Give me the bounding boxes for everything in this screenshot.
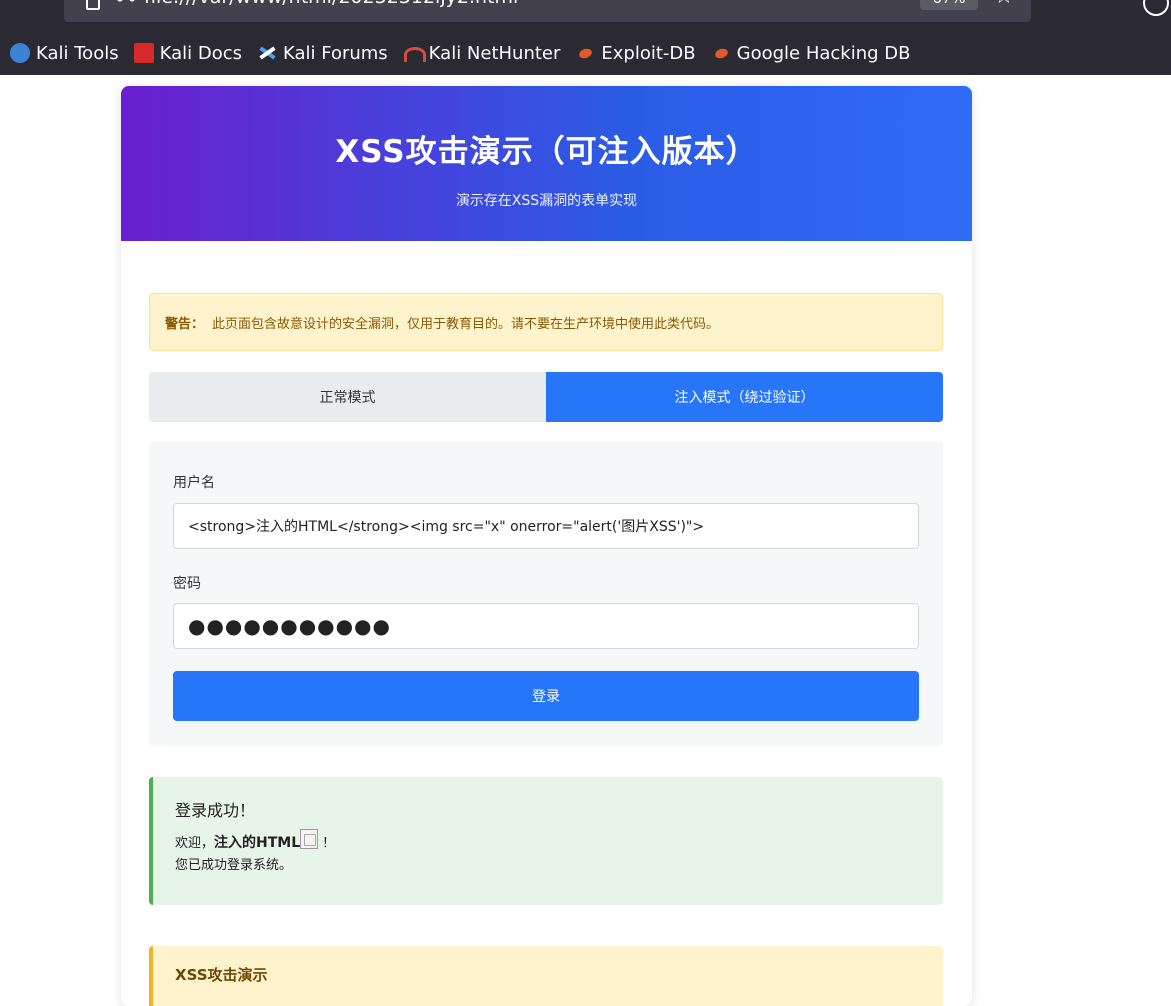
browser-chrome: ⊶ file:///var/www/html/20232312ljy2.html… [0, 0, 1171, 75]
bookmark-label: Kali Forums [282, 42, 388, 64]
page-title: XSS攻击演示（可注入版本） [335, 134, 758, 170]
bookmark-kali-forums[interactable]: Kali Forums [257, 43, 388, 64]
success-title: 登录成功！ [175, 801, 256, 820]
bookmark-kali-docs[interactable]: Kali Docs [133, 42, 242, 64]
mode-tabs: 正常模式 注入模式（绕过验证） [149, 372, 943, 422]
username-field[interactable]: <strong>注入的HTML</strong><img src="x" one… [173, 503, 919, 549]
username-label: 用户名 [173, 475, 215, 491]
kali-tools-icon [10, 43, 30, 63]
bookmark-kali-tools[interactable]: Kali Tools [10, 43, 119, 64]
bookmark-label: Kali NetHunter [428, 42, 561, 64]
login-success-message: 登录成功！ 欢迎，注入的HTML ！ 您已成功登录系统。 [149, 777, 943, 905]
bookmark-label: Kali Docs [159, 42, 242, 64]
bookmark-label: Google Hacking DB [736, 42, 911, 64]
welcome-suffix: ！ [322, 836, 336, 851]
login-button[interactable]: 登录 [173, 671, 919, 721]
welcome-prefix: 欢迎， [175, 836, 215, 851]
xss-panel-title: XSS攻击演示 [175, 966, 268, 984]
password-label: 密码 [173, 576, 201, 592]
kali-docs-icon [133, 43, 154, 63]
kali-nethunter-icon [403, 43, 426, 63]
welcome-line: 欢迎，注入的HTML ！ [175, 829, 943, 855]
exploit-db-icon [575, 43, 595, 63]
address-bar[interactable]: ⊶ file:///var/www/html/20232312ljy2.html… [64, 0, 1031, 22]
page-card: XSS攻击演示（可注入版本） 演示存在XSS漏洞的表单实现 警告： 此页面包含故… [121, 86, 972, 1006]
page-subtitle: 演示存在XSS漏洞的表单实现 [455, 193, 638, 209]
login-form: 用户名 <strong>注入的HTML</strong><img src="x"… [149, 442, 943, 746]
bookmark-kali-nethunter[interactable]: Kali NetHunter [403, 42, 561, 64]
permissions-icon[interactable]: ⊶ [116, 0, 136, 10]
warning-label: 警告： [165, 316, 205, 332]
warning-text: 此页面包含故意设计的安全漏洞，仅用于教育目的。请不要在生产环境中使用此类代码。 [212, 316, 720, 332]
success-text: 您已成功登录系统。 [175, 858, 293, 873]
bookmark-label: Kali Tools [36, 42, 119, 64]
password-field[interactable]: ●●●●●●●●●●● [173, 603, 919, 649]
page-icon [86, 0, 100, 10]
tab-normal-mode[interactable]: 正常模式 [149, 372, 546, 422]
warning-banner: 警告： 此页面包含故意设计的安全漏洞，仅用于教育目的。请不要在生产环境中使用此类… [149, 293, 943, 351]
bookmark-exploit-db[interactable]: Exploit-DB [575, 43, 695, 64]
bookmark-star-icon[interactable]: ☆ [994, 0, 1014, 9]
broken-image-icon [300, 829, 319, 849]
bookmark-label: Exploit-DB [601, 42, 696, 64]
bookmarks-toolbar: Kali Tools Kali Docs Kali Forums Kali Ne… [0, 36, 926, 70]
account-icon[interactable] [1143, 0, 1169, 16]
url-text[interactable]: file:///var/www/html/20232312ljy2.html [144, 0, 518, 8]
page-header: XSS攻击演示（可注入版本） 演示存在XSS漏洞的表单实现 [121, 86, 972, 241]
zoom-level[interactable]: 67% [920, 0, 978, 10]
google-hacking-db-icon [711, 43, 731, 63]
tab-injection-mode[interactable]: 注入模式（绕过验证） [546, 372, 943, 422]
xss-demo-panel: XSS攻击演示 [149, 946, 943, 1006]
injected-html-text: 注入的HTML [214, 835, 301, 851]
bookmark-google-hacking-db[interactable]: Google Hacking DB [711, 43, 911, 64]
kali-forums-icon [257, 43, 277, 63]
